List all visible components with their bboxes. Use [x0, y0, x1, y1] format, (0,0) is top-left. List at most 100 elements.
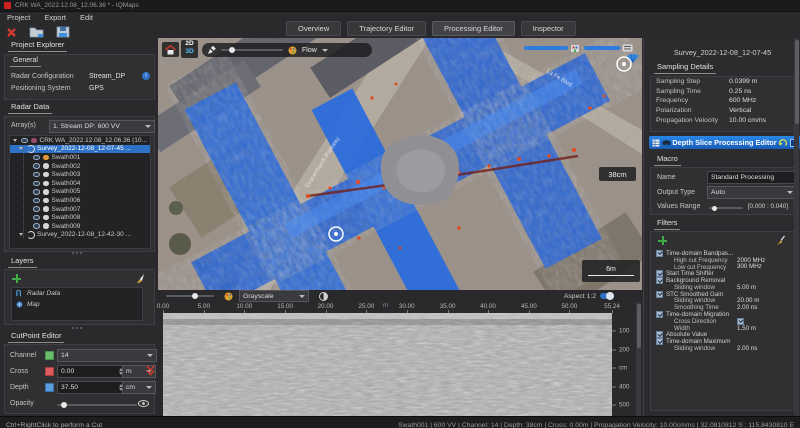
depth-input[interactable]: 37.50 [57, 381, 127, 394]
visibility-icon[interactable] [33, 206, 40, 212]
swath-dot-icon [43, 172, 49, 178]
menu-item[interactable]: Project [7, 13, 30, 22]
transparency-slider[interactable] [221, 49, 283, 51]
tree-swath[interactable]: Swath003 [10, 170, 150, 179]
general-section: General Radar Configuration Stream_DP i … [4, 54, 155, 100]
map-view[interactable]: Gracechurch Parkway La Fe Blvd 2D 3D Flo… [158, 38, 642, 290]
broom-icon[interactable] [775, 235, 786, 246]
bscan-scrollbar[interactable] [636, 302, 641, 428]
tab-cutpoint-editor[interactable]: CutPoint Editor [8, 331, 64, 343]
visibility-icon[interactable] [33, 163, 40, 169]
visibility-icon[interactable] [33, 181, 40, 187]
filter-row[interactable]: Cross Direction [651, 318, 794, 325]
tree-survey-1[interactable]: Survey_2022-12-08_12-07-45 ... [10, 145, 150, 154]
slice-opacity-slider[interactable] [584, 46, 620, 50]
save-project-icon[interactable] [56, 26, 70, 38]
cross-input[interactable]: 0.00 [57, 365, 127, 378]
filter-row[interactable]: Sliding window 2.00 ns [651, 345, 794, 352]
tree-swath[interactable]: Swath006 [10, 196, 150, 205]
tab-general[interactable]: General [10, 57, 41, 67]
palette-icon[interactable] [224, 292, 233, 301]
slider-knob[interactable] [61, 402, 67, 408]
chevron-down-icon[interactable] [322, 49, 328, 52]
output-type-select[interactable]: Auto [707, 186, 797, 199]
visibility-icon[interactable] [33, 223, 40, 229]
filter-row[interactable]: Time-domain Migration [651, 311, 794, 318]
menu-item[interactable]: Edit [80, 13, 93, 22]
brush-icon[interactable] [135, 273, 146, 284]
info-icon[interactable]: i [142, 72, 150, 80]
palette-icon[interactable] [288, 46, 297, 55]
values-range-slider[interactable] [709, 207, 743, 209]
tree-swath[interactable]: Swath009 [10, 222, 150, 231]
macro-name-input[interactable]: Standard Processing [707, 171, 797, 184]
tab-layers[interactable]: Layers [8, 256, 37, 268]
add-layer-icon[interactable] [12, 274, 21, 283]
visibility-icon[interactable] [33, 155, 40, 161]
filter-row[interactable]: STC Smoothed Gain [651, 291, 794, 298]
depth-slice-editor-bar[interactable]: Depth Slice Processing Editor [649, 136, 800, 149]
filter-row[interactable]: Sliding window 20.00 m [651, 298, 794, 305]
add-filter-icon[interactable] [658, 236, 667, 245]
pen-icon[interactable] [208, 46, 216, 54]
view-tab[interactable]: Overview [286, 21, 341, 36]
channel-select[interactable]: 14 [57, 349, 157, 362]
tab-radar-data[interactable]: Radar Data [8, 102, 52, 114]
depth-unit-select[interactable]: cm [122, 381, 156, 394]
panel-scrollbar[interactable] [794, 38, 799, 416]
menu-item[interactable]: Export [44, 13, 66, 22]
scrollbar-thumb[interactable] [795, 40, 799, 124]
array-selector[interactable]: 1. Stream DP: 600 VV [49, 120, 155, 133]
2d-3d-toggle[interactable]: 2D 3D [181, 40, 198, 58]
flow-select-value[interactable]: Flow [302, 47, 317, 54]
eye-icon[interactable] [138, 400, 149, 407]
survey-tree: CRK WA_2022.12.08_12.06.36 (10... Survey… [9, 135, 151, 249]
slider-knob[interactable] [712, 206, 717, 211]
tree-swath[interactable]: Swath002 [10, 162, 150, 171]
layer-map[interactable]: Map [12, 299, 142, 310]
home-button[interactable] [162, 42, 179, 57]
bscan-radargram[interactable] [163, 313, 612, 428]
view-tab[interactable]: Processing Editor [432, 21, 515, 36]
tree-survey-2[interactable]: Survey_2022-12-08_12-42-30 ... [10, 231, 150, 240]
slider-knob[interactable] [192, 293, 198, 299]
cut-icon[interactable] [146, 365, 155, 376]
tree-swath[interactable]: Swath005 [10, 188, 150, 197]
splitter-handle[interactable] [72, 327, 86, 329]
palette-select[interactable]: Grayscale [239, 290, 309, 302]
bscan-x-ruler: m 0.005.0010.0015.0020.0025.0030.0035.00… [163, 302, 612, 313]
tree-swath[interactable]: Swath001 [10, 153, 150, 162]
layer-radar-data[interactable]: Radar Data [12, 288, 142, 299]
layer-opacity-slider[interactable] [524, 46, 568, 50]
undo-icon[interactable] [778, 139, 787, 147]
tab-project-explorer[interactable]: Project Explorer [8, 40, 67, 52]
swath-dot-icon [43, 189, 49, 195]
tree-swath[interactable]: Swath004 [10, 179, 150, 188]
splitter-handle[interactable] [72, 252, 86, 254]
close-project-icon[interactable] [6, 27, 17, 38]
filter-row[interactable]: Time-domain Maximum [651, 338, 794, 345]
tree-swath[interactable]: Swath008 [10, 213, 150, 222]
tree-swath[interactable]: Swath007 [10, 205, 150, 214]
visibility-icon[interactable] [33, 189, 40, 195]
scrollbar-thumb[interactable] [637, 304, 641, 348]
visibility-icon[interactable] [33, 172, 40, 178]
slider-knob[interactable] [229, 47, 235, 53]
visibility-icon[interactable] [33, 215, 40, 221]
aspect-toggle[interactable] [600, 293, 614, 299]
tree-root[interactable]: CRK WA_2022.12.08_12.06.36 (10... [10, 136, 150, 145]
fan-icon[interactable] [626, 54, 640, 63]
tab-sampling-details[interactable]: Sampling Details [654, 62, 716, 74]
opacity-slider[interactable] [57, 404, 137, 406]
collapse-arrow-icon[interactable] [13, 139, 17, 142]
filter-row[interactable]: Background Removal [651, 277, 794, 284]
view-tab[interactable]: Inspector [521, 21, 576, 36]
open-folder-icon[interactable] [29, 26, 44, 38]
visibility-icon[interactable] [21, 138, 28, 144]
tab-macro[interactable]: Macro [654, 154, 681, 166]
visibility-icon[interactable] [33, 198, 40, 204]
bscan-gain-slider[interactable] [166, 295, 214, 297]
contrast-icon[interactable] [319, 292, 328, 301]
tab-filters[interactable]: Filters [654, 218, 680, 230]
view-tab[interactable]: Trajectory Editor [347, 21, 426, 36]
